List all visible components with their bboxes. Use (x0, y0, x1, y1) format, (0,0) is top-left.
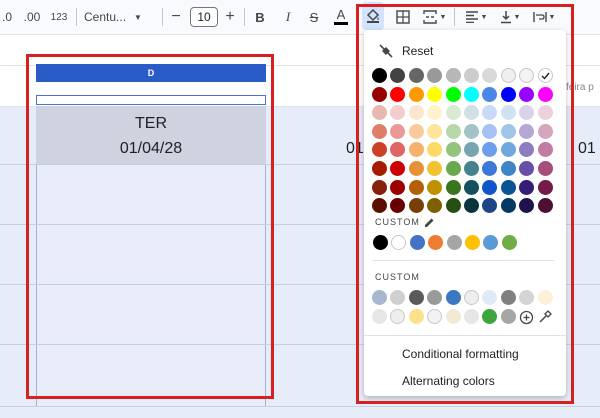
text-color-label: A (336, 7, 346, 22)
increase-font-size-button[interactable]: + (222, 0, 238, 34)
toolbar-divider (162, 8, 163, 26)
italic-button[interactable]: I (280, 0, 296, 34)
row-divider (0, 406, 600, 407)
highlight-box (26, 54, 274, 399)
italic-label: I (285, 9, 291, 24)
highlight-box (356, 4, 574, 404)
increase-decimal-label: .00 (23, 10, 41, 24)
decrease-decimal-label: .0 (1, 10, 12, 24)
partial-cell-text: 01 (578, 140, 596, 157)
text-color-swatch (334, 22, 348, 25)
chevron-down-icon: ▼ (134, 12, 142, 22)
toolbar-divider (244, 8, 245, 26)
toolbar-divider (76, 8, 77, 26)
bold-label: B (255, 9, 265, 25)
font-family-select[interactable]: Centu... ▼ (84, 0, 154, 34)
decrease-decimal-button[interactable]: .0 (0, 0, 14, 34)
minus-icon: − (171, 8, 181, 25)
strikethrough-label: S (309, 9, 319, 25)
strikethrough-button[interactable]: S (306, 0, 322, 34)
font-size-input[interactable]: 10 (190, 7, 218, 27)
text-color-button[interactable]: A (332, 0, 350, 34)
more-formats-label: 123 (50, 11, 68, 23)
font-family-label: Centu... (84, 10, 127, 24)
bold-button[interactable]: B (252, 0, 268, 34)
decrease-font-size-button[interactable]: − (168, 0, 184, 34)
plus-icon: + (225, 8, 235, 25)
increase-decimal-button[interactable]: .00 (20, 0, 44, 34)
more-formats-button[interactable]: 123 (48, 0, 70, 34)
